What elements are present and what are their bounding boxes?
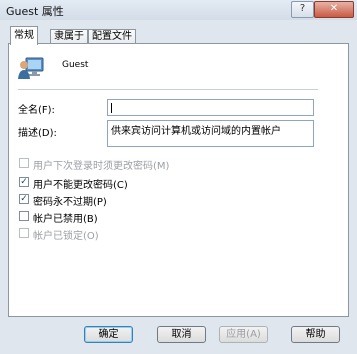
account-locked-checkbox[interactable] xyxy=(19,228,29,238)
divider xyxy=(18,89,318,90)
must-change-password-checkbox[interactable] xyxy=(19,158,29,168)
text-cursor xyxy=(111,103,112,113)
tab-general[interactable]: 常规 xyxy=(10,26,38,45)
title-bar: Guest 属性 ? ✕ xyxy=(0,0,357,20)
close-button[interactable]: ✕ xyxy=(314,1,354,18)
cannot-change-password-checkbox[interactable]: ✓ xyxy=(19,177,29,187)
cancel-button[interactable]: 取消 xyxy=(157,326,206,343)
user-name: Guest xyxy=(62,60,89,70)
description-label: 描述(D): xyxy=(18,128,57,139)
help-title-button[interactable]: ? xyxy=(291,1,314,18)
user-monitor-icon xyxy=(18,57,44,79)
account-locked-label: 帐户已锁定(O) xyxy=(33,231,99,242)
cannot-change-password-label: 用户不能更改密码(C) xyxy=(33,180,128,191)
apply-button[interactable]: 应用(A) xyxy=(219,326,268,343)
tab-member-of[interactable]: 隶属于 xyxy=(50,29,88,44)
ok-button[interactable]: 确定 xyxy=(84,326,133,343)
description-field[interactable]: 供来宾访问计算机或访问域的内置帐户 xyxy=(107,120,314,147)
account-disabled-checkbox[interactable] xyxy=(19,211,29,221)
help-button[interactable]: 帮助 xyxy=(291,326,340,343)
tab-profile[interactable]: 配置文件 xyxy=(88,29,136,44)
description-value: 供来宾访问计算机或访问域的内置帐户 xyxy=(111,126,281,137)
fullname-field[interactable] xyxy=(107,99,314,116)
password-never-expires-checkbox[interactable]: ✓ xyxy=(19,194,29,204)
password-never-expires-label: 密码永不过期(P) xyxy=(33,197,107,208)
must-change-password-label: 用户下次登录时须更改密码(M) xyxy=(33,161,170,172)
fullname-label: 全名(F): xyxy=(18,105,55,116)
account-disabled-label: 帐户已禁用(B) xyxy=(33,214,98,225)
window-title: Guest 属性 xyxy=(6,5,64,18)
